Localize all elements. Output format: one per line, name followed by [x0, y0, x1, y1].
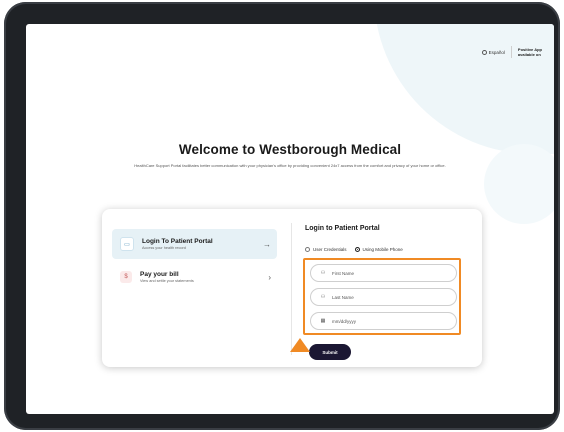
- app-note-line-2: available on: [517, 52, 541, 57]
- option-title: Login To Patient Portal: [142, 238, 213, 245]
- last-name-placeholder: Last Name: [332, 294, 354, 300]
- tablet-frame: Español Positive App available on Welcom…: [4, 2, 560, 430]
- form-title: Login to Patient Portal: [305, 225, 380, 232]
- user-icon: ⚇: [320, 294, 326, 300]
- radio-button-unselected[interactable]: [305, 247, 310, 252]
- calendar-icon: ▦: [320, 318, 326, 324]
- first-name-field[interactable]: ⚇ First Name: [310, 264, 457, 282]
- option-description: View and settle your statements: [140, 279, 194, 283]
- first-name-placeholder: First Name: [332, 270, 355, 276]
- last-name-field[interactable]: ⚇ Last Name: [310, 288, 457, 306]
- page-title: Welcome to Westborough Medical: [178, 142, 402, 157]
- radio-mobile-phone[interactable]: Using Mobile Phone: [354, 247, 403, 252]
- language-label: Español: [488, 49, 505, 55]
- dollar-icon: $: [120, 271, 132, 283]
- submit-button[interactable]: Submit: [309, 344, 351, 360]
- app-availability-note[interactable]: Positive App available on: [518, 47, 542, 57]
- radio-label: User Credentials: [313, 247, 347, 252]
- arrow-right-icon: →: [263, 239, 271, 249]
- screen: Español Positive App available on Welcom…: [26, 24, 554, 414]
- radio-button-selected[interactable]: [354, 247, 360, 252]
- chevron-right-icon: ›: [268, 272, 271, 282]
- top-bar: Español Positive App available on: [481, 46, 542, 58]
- background-shape: [374, 24, 554, 154]
- user-icon: ⚇: [320, 270, 326, 276]
- option-description: Access your health record: [142, 246, 186, 250]
- option-login-patient-portal[interactable]: ▭ Login To Patient Portal Access your he…: [112, 229, 277, 259]
- radio-label: Using Mobile Phone: [362, 247, 403, 252]
- option-pay-bill[interactable]: $ Pay your bill View and settle your sta…: [112, 262, 277, 292]
- dob-placeholder: mm/dd/yyyy: [332, 318, 357, 324]
- option-text: Login To Patient Portal Access your heal…: [142, 238, 263, 250]
- page-subtitle: HealthCare Support Portal facilitates be…: [134, 163, 446, 168]
- option-text: Pay your bill View and settle your state…: [140, 271, 268, 283]
- dob-field[interactable]: ▦ mm/dd/yyyy: [310, 312, 457, 330]
- option-title: Pay your bill: [140, 271, 179, 278]
- language-switch[interactable]: Español: [481, 49, 505, 55]
- pointer-arrow-icon: [290, 338, 310, 352]
- globe-icon: [481, 49, 487, 55]
- login-method-radios: User Credentials Using Mobile Phone: [305, 247, 403, 252]
- radio-user-credentials[interactable]: User Credentials: [305, 247, 347, 252]
- divider: [510, 46, 512, 58]
- id-card-icon: ▭: [120, 237, 134, 251]
- card-divider: [291, 223, 292, 355]
